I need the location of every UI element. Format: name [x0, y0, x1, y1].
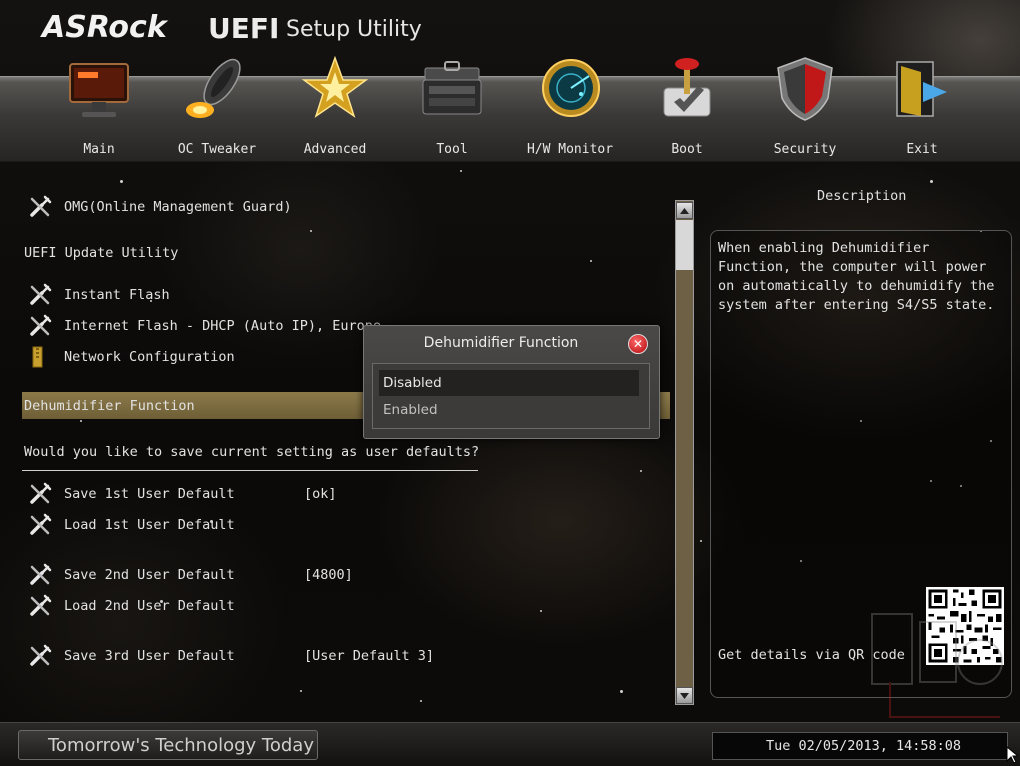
- scrollbar-track[interactable]: [675, 200, 694, 705]
- menu-item-load-1st-user-default[interactable]: Load 1st User Default: [28, 513, 235, 537]
- menu-item-save-1st-user-default[interactable]: Save 1st User Default [ok]: [28, 482, 337, 506]
- tab-tool-label: Tool: [436, 142, 468, 157]
- section-label: UEFI Update Utility: [24, 245, 179, 261]
- popup-options-list: Disabled Enabled: [372, 363, 650, 429]
- watermark-logo: [871, 613, 1003, 718]
- menu-item-label: Load 1st User Default: [64, 517, 235, 533]
- close-button[interactable]: ✕: [628, 334, 648, 354]
- menu-item-omg[interactable]: OMG(Online Management Guard): [28, 195, 292, 219]
- wrench-icon: [30, 563, 52, 585]
- tab-main-label: Main: [83, 142, 115, 157]
- description-title: Description: [817, 188, 907, 204]
- menu-item-label: Save 3rd User Default: [64, 648, 235, 664]
- exit-door-icon: [896, 61, 947, 117]
- star: [420, 700, 422, 702]
- wrench-icon: [30, 644, 52, 666]
- popup-title: Dehumidifier Function: [423, 335, 579, 351]
- wrench-icon: [30, 513, 52, 535]
- menu-item-save-3rd-user-default[interactable]: Save 3rd User Default [User Default 3]: [28, 644, 434, 668]
- tab-boot-label: Boot: [671, 142, 703, 157]
- dehumidifier-popup: Dehumidifier Function ✕ Disabled Enabled: [363, 325, 660, 439]
- menu-item-network-configuration[interactable]: Network Configuration: [28, 345, 235, 369]
- tab-security-label: Security: [773, 142, 837, 157]
- wrench-icon: [30, 195, 52, 217]
- star: [930, 180, 933, 183]
- section-label: Would you like to save current setting a…: [24, 444, 480, 460]
- menu-item-label: Save 2nd User Default: [64, 567, 235, 583]
- star-icon: [301, 55, 369, 118]
- tab-oc-tweaker-label: OC Tweaker: [177, 142, 257, 157]
- radar-icon: [542, 59, 600, 117]
- tab-hw-monitor-label: H/W Monitor: [526, 142, 614, 157]
- star: [80, 420, 82, 422]
- star: [120, 180, 123, 183]
- menu-item-dehumidifier-function[interactable]: Dehumidifier Function: [24, 394, 195, 418]
- menu-item-internet-flash[interactable]: Internet Flash - DHCP (Auto IP), Europe: [28, 314, 381, 338]
- chevron-up-icon: [680, 207, 689, 214]
- menu-item-label: Network Configuration: [64, 349, 235, 365]
- star: [300, 690, 302, 692]
- brand-logo: ASRock: [42, 10, 167, 45]
- menu-item-value: [User Default 3]: [304, 648, 435, 664]
- menu-item-label: OMG(Online Management Guard): [64, 199, 292, 215]
- close-icon: ✕: [632, 337, 644, 351]
- star: [310, 230, 312, 232]
- toolbox-icon: [422, 61, 482, 115]
- menu-item-value: [ok]: [304, 486, 337, 502]
- menu-item-value: [4800]: [304, 567, 353, 583]
- menu-item-label: Internet Flash - DHCP (Auto IP), Europe: [64, 318, 381, 334]
- chevron-down-icon: [680, 692, 689, 699]
- star: [700, 540, 702, 542]
- section-divider: [22, 470, 478, 471]
- wrench-icon: [30, 482, 52, 504]
- option-enabled[interactable]: Enabled: [379, 397, 639, 423]
- menu-item-save-2nd-user-default[interactable]: Save 2nd User Default [4800]: [28, 563, 353, 587]
- description-text: When enabling Dehumidifier Function, the…: [718, 240, 995, 313]
- nav-bar-shine: [0, 76, 1020, 82]
- shield-icon: [777, 57, 833, 121]
- mouse-cursor-icon: [1006, 746, 1018, 764]
- star: [540, 610, 542, 612]
- menu-item-label: Instant Flash: [64, 287, 170, 303]
- menu-item-instant-flash[interactable]: Instant Flash: [28, 283, 170, 307]
- wrench-icon: [30, 283, 52, 305]
- scroll-up-button[interactable]: [676, 202, 693, 219]
- option-disabled[interactable]: Disabled: [379, 370, 639, 396]
- star: [460, 170, 462, 172]
- menu-item-load-2nd-user-default[interactable]: Load 2nd User Default: [28, 594, 235, 618]
- menu-item-label: Save 1st User Default: [64, 486, 235, 502]
- scroll-down-button[interactable]: [676, 687, 693, 704]
- menu-item-label: Load 2nd User Default: [64, 598, 235, 614]
- folder-icon: [32, 346, 43, 368]
- wrench-icon: [30, 594, 52, 616]
- menu-item-label: Dehumidifier Function: [24, 398, 195, 414]
- rocket-icon: [186, 58, 241, 118]
- section-header-uefi-update: UEFI Update Utility: [24, 241, 178, 265]
- scrollbar-thumb[interactable]: [676, 220, 693, 270]
- wrench-icon: [30, 314, 52, 336]
- tab-advanced-label: Advanced: [303, 142, 367, 157]
- datetime-display: Tue 02/05/2013, 14:58:08: [766, 738, 962, 754]
- product-subtitle: Setup Utility: [286, 17, 422, 42]
- product-title: UEFI: [208, 12, 280, 45]
- monitor-icon: [69, 63, 129, 117]
- joystick-icon: [663, 58, 711, 117]
- tab-exit-label: Exit: [906, 142, 938, 157]
- footer-tagline: Tomorrow's Technology Today: [48, 735, 314, 756]
- star: [620, 690, 623, 693]
- star: [590, 260, 592, 262]
- section-header-user-defaults: Would you like to save current setting a…: [24, 440, 479, 464]
- star: [640, 470, 642, 472]
